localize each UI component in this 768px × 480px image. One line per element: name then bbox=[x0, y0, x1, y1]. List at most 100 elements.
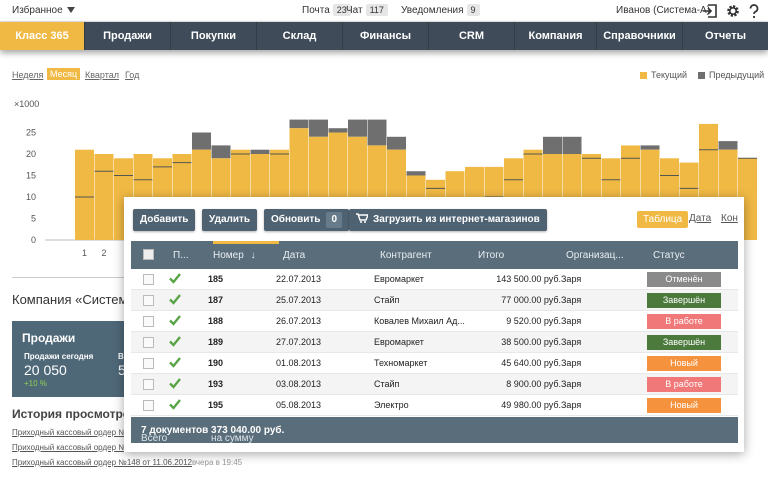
col-header-contractor[interactable]: Контрагент bbox=[380, 250, 432, 261]
chat-label: Чат bbox=[346, 5, 363, 16]
cell-total: 77 000.00 руб. bbox=[501, 295, 561, 305]
status-badge[interactable]: В работе bbox=[647, 314, 721, 329]
nav-item-warehouse[interactable]: Склад bbox=[256, 22, 342, 50]
cell-contractor: Техномаркет bbox=[374, 358, 428, 368]
cell-date: 22.07.2013 bbox=[276, 274, 322, 284]
status-badge[interactable]: Новый bbox=[647, 356, 721, 371]
nav-item-crm[interactable]: CRM bbox=[428, 22, 514, 50]
section-divider bbox=[12, 277, 126, 278]
table-row[interactable]: 195 05.08.2013 Электро 49 980.00 руб. Заря Но… bbox=[131, 395, 738, 416]
col-header-date[interactable]: Дата bbox=[283, 250, 305, 261]
notifications-count-badge: 9 bbox=[466, 4, 480, 16]
status-badge[interactable]: В работе bbox=[647, 377, 721, 392]
nav-item-class365[interactable]: Класс 365 bbox=[0, 22, 84, 50]
cell-total: 8 900.00 руб. bbox=[506, 379, 561, 389]
bar-previous bbox=[309, 119, 328, 137]
cell-number: 195 bbox=[208, 400, 224, 410]
cell-org: Заря bbox=[561, 358, 582, 368]
period-tab-year[interactable]: Год bbox=[125, 70, 139, 80]
row-checkbox[interactable] bbox=[143, 337, 154, 348]
table-row[interactable]: 188 26.07.2013 Ковалев Михаил Ад... 9 520.0… bbox=[131, 311, 738, 332]
table-row[interactable]: 189 27.07.2013 Евромаркет 38 500.00 руб. Зар… bbox=[131, 332, 738, 353]
col-header-number[interactable]: Номер ↓ bbox=[213, 250, 256, 261]
cell-contractor: Электро bbox=[374, 400, 409, 410]
favorites-label: Избранное bbox=[12, 5, 63, 16]
col-header-org[interactable]: Организац... bbox=[566, 250, 624, 261]
col-header-total[interactable]: Итого bbox=[478, 250, 504, 261]
table-row[interactable]: 185 22.07.2013 Евромаркет 143 500.00 руб. За… bbox=[131, 269, 738, 290]
cell-org: Заря bbox=[561, 295, 582, 305]
cell-date: 25.07.2013 bbox=[276, 295, 322, 305]
status-badge[interactable]: Отменён bbox=[647, 272, 721, 287]
x-tick-label: 2 bbox=[101, 248, 106, 258]
refresh-button[interactable]: Обновить 0 bbox=[264, 209, 350, 231]
bar-previous bbox=[367, 119, 387, 146]
help-icon[interactable] bbox=[746, 3, 762, 19]
row-checkbox[interactable] bbox=[143, 379, 154, 390]
view-tab-contractor[interactable]: Кон bbox=[721, 213, 738, 224]
col-header-p[interactable]: П... bbox=[173, 250, 189, 261]
period-tab-quarter[interactable]: Квартал bbox=[85, 70, 119, 80]
history-link[interactable]: Приходный кассовый ордер № bbox=[12, 443, 127, 452]
select-all-checkbox[interactable] bbox=[143, 249, 154, 260]
delete-button[interactable]: Удалить bbox=[202, 209, 258, 231]
cell-contractor: Ковалев Михаил Ад... bbox=[374, 316, 465, 326]
table-row[interactable]: 187 25.07.2013 Стайп 77 000.00 руб. Заря Заве… bbox=[131, 290, 738, 311]
row-checkbox[interactable] bbox=[143, 358, 154, 369]
mail-link[interactable]: Почта 23 bbox=[302, 4, 351, 16]
cell-date: 03.08.2013 bbox=[276, 379, 322, 389]
cell-number: 188 bbox=[208, 316, 224, 326]
nav-item-company[interactable]: Компания bbox=[514, 22, 596, 50]
favorites-dropdown[interactable]: Избранное bbox=[12, 5, 75, 16]
row-checkbox[interactable] bbox=[143, 274, 154, 285]
import-button[interactable]: Загрузить из интернет-магазинов bbox=[349, 209, 547, 231]
status-badge[interactable]: Новый bbox=[647, 398, 721, 413]
chat-link[interactable]: Чат 117 bbox=[346, 4, 388, 16]
row-checkbox[interactable] bbox=[143, 400, 154, 411]
nav-item-finance[interactable]: Финансы bbox=[342, 22, 428, 50]
top-bar: Избранное Почта 23 Чат 117 Уведомления 9 Ив… bbox=[0, 0, 768, 22]
bar-previous bbox=[250, 149, 270, 154]
notifications-link[interactable]: Уведомления 9 bbox=[401, 4, 480, 16]
table-row[interactable]: 190 01.08.2013 Техномаркет 45 640.00 руб. За… bbox=[131, 353, 738, 374]
row-checkbox[interactable] bbox=[143, 295, 154, 306]
nav-item-purchases[interactable]: Покупки bbox=[170, 22, 256, 50]
row-checkbox[interactable] bbox=[143, 316, 154, 327]
cell-contractor: Евромаркет bbox=[374, 274, 424, 284]
period-tab-week[interactable]: Неделя bbox=[12, 70, 43, 80]
y-tick-label: 10 bbox=[26, 192, 36, 202]
table-row[interactable]: 193 03.08.2013 Стайп 8 900.00 руб. Заря В раб… bbox=[131, 374, 738, 395]
bar-previous bbox=[211, 145, 231, 159]
status-badge[interactable]: Завершён bbox=[647, 293, 721, 308]
history-link[interactable]: Приходный кассовый ордер № bbox=[12, 428, 127, 437]
nav-item-reports[interactable]: Отчеты bbox=[682, 22, 768, 50]
col-header-status[interactable]: Статус bbox=[653, 250, 685, 261]
y-tick-label: 0 bbox=[31, 235, 36, 245]
cell-date: 01.08.2013 bbox=[276, 358, 322, 368]
view-tab-date[interactable]: Дата bbox=[689, 213, 711, 224]
cell-date: 26.07.2013 bbox=[276, 316, 322, 326]
status-badge[interactable]: Завершён bbox=[647, 335, 721, 350]
user-name[interactable]: Иванов (Система-А) bbox=[616, 5, 710, 16]
legend-previous: Предыдущий bbox=[698, 70, 764, 80]
nav-item-sales[interactable]: Продажи bbox=[84, 22, 170, 50]
cell-contractor: Стайп bbox=[374, 379, 400, 389]
sales-today-percent: +10 % bbox=[24, 379, 47, 388]
logout-icon[interactable] bbox=[702, 3, 718, 19]
cell-org: Заря bbox=[561, 379, 582, 389]
cell-number: 189 bbox=[208, 337, 224, 347]
gear-icon[interactable] bbox=[725, 3, 741, 19]
cell-number: 187 bbox=[208, 295, 224, 305]
view-tab-table[interactable]: Таблица bbox=[637, 211, 689, 228]
checkmark-icon bbox=[169, 378, 181, 389]
sales-today-value: 20 050 bbox=[24, 362, 67, 378]
bar-previous bbox=[718, 141, 738, 150]
period-tab-month[interactable]: Месяц bbox=[47, 68, 81, 80]
bar-current[interactable] bbox=[75, 149, 94, 240]
nav-item-references[interactable]: Справочники bbox=[596, 22, 682, 50]
add-button[interactable]: Добавить bbox=[133, 209, 196, 231]
sales-card-title: Продажи bbox=[22, 331, 76, 345]
history-link[interactable]: Приходный кассовый ордер №148 от 11.06.2… bbox=[12, 458, 192, 467]
y-tick-label: 20 bbox=[26, 149, 36, 159]
bar-current[interactable] bbox=[94, 154, 114, 240]
